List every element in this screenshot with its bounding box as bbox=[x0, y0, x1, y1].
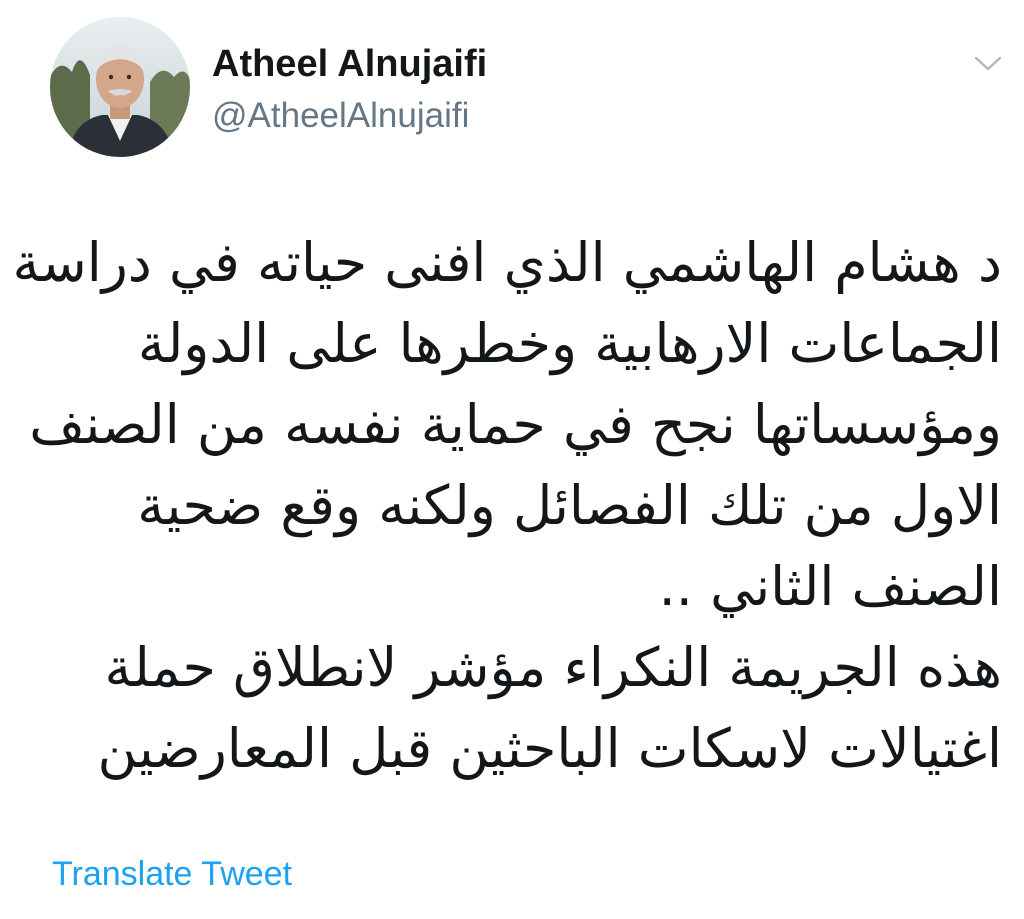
author-display-name[interactable]: Atheel Alnujaifi bbox=[212, 40, 487, 88]
tweet-text-line: الاول من تلك الفصائل ولكنه وقع ضحية bbox=[137, 474, 1002, 537]
profile-photo-icon bbox=[50, 17, 190, 157]
avatar[interactable] bbox=[50, 17, 190, 157]
chevron-down-icon bbox=[974, 56, 1002, 71]
tweet-text-line: الصنف الثاني .. bbox=[658, 555, 1002, 618]
tweet-text-line: هذه الجريمة النكراء مؤشر لانطلاق حملة bbox=[104, 636, 1002, 699]
author-names: Atheel Alnujaifi @AtheelAlnujaifi bbox=[212, 40, 487, 138]
tweet-menu-button[interactable] bbox=[968, 48, 1008, 78]
tweet-card: Atheel Alnujaifi @AtheelAlnujaifi د هشام… bbox=[0, 0, 1024, 919]
author-handle[interactable]: @AtheelAlnujaifi bbox=[212, 94, 487, 138]
tweet-text-line: د هشام الهاشمي الذي افنى حياته في دراسة bbox=[12, 231, 1002, 294]
translate-tweet-link[interactable]: Translate Tweet bbox=[52, 852, 292, 896]
tweet-text-line: الجماعات الارهابية وخطرها على الدولة bbox=[137, 312, 1002, 375]
tweet-text-line: ومؤسساتها نجح في حماية نفسه من الصنف bbox=[29, 393, 1002, 456]
tweet-text: د هشام الهاشمي الذي افنى حياته في دراسة … bbox=[12, 222, 1002, 789]
tweet-text-line: اغتيالات لاسكات الباحثين قبل المعارضين bbox=[97, 717, 1002, 780]
